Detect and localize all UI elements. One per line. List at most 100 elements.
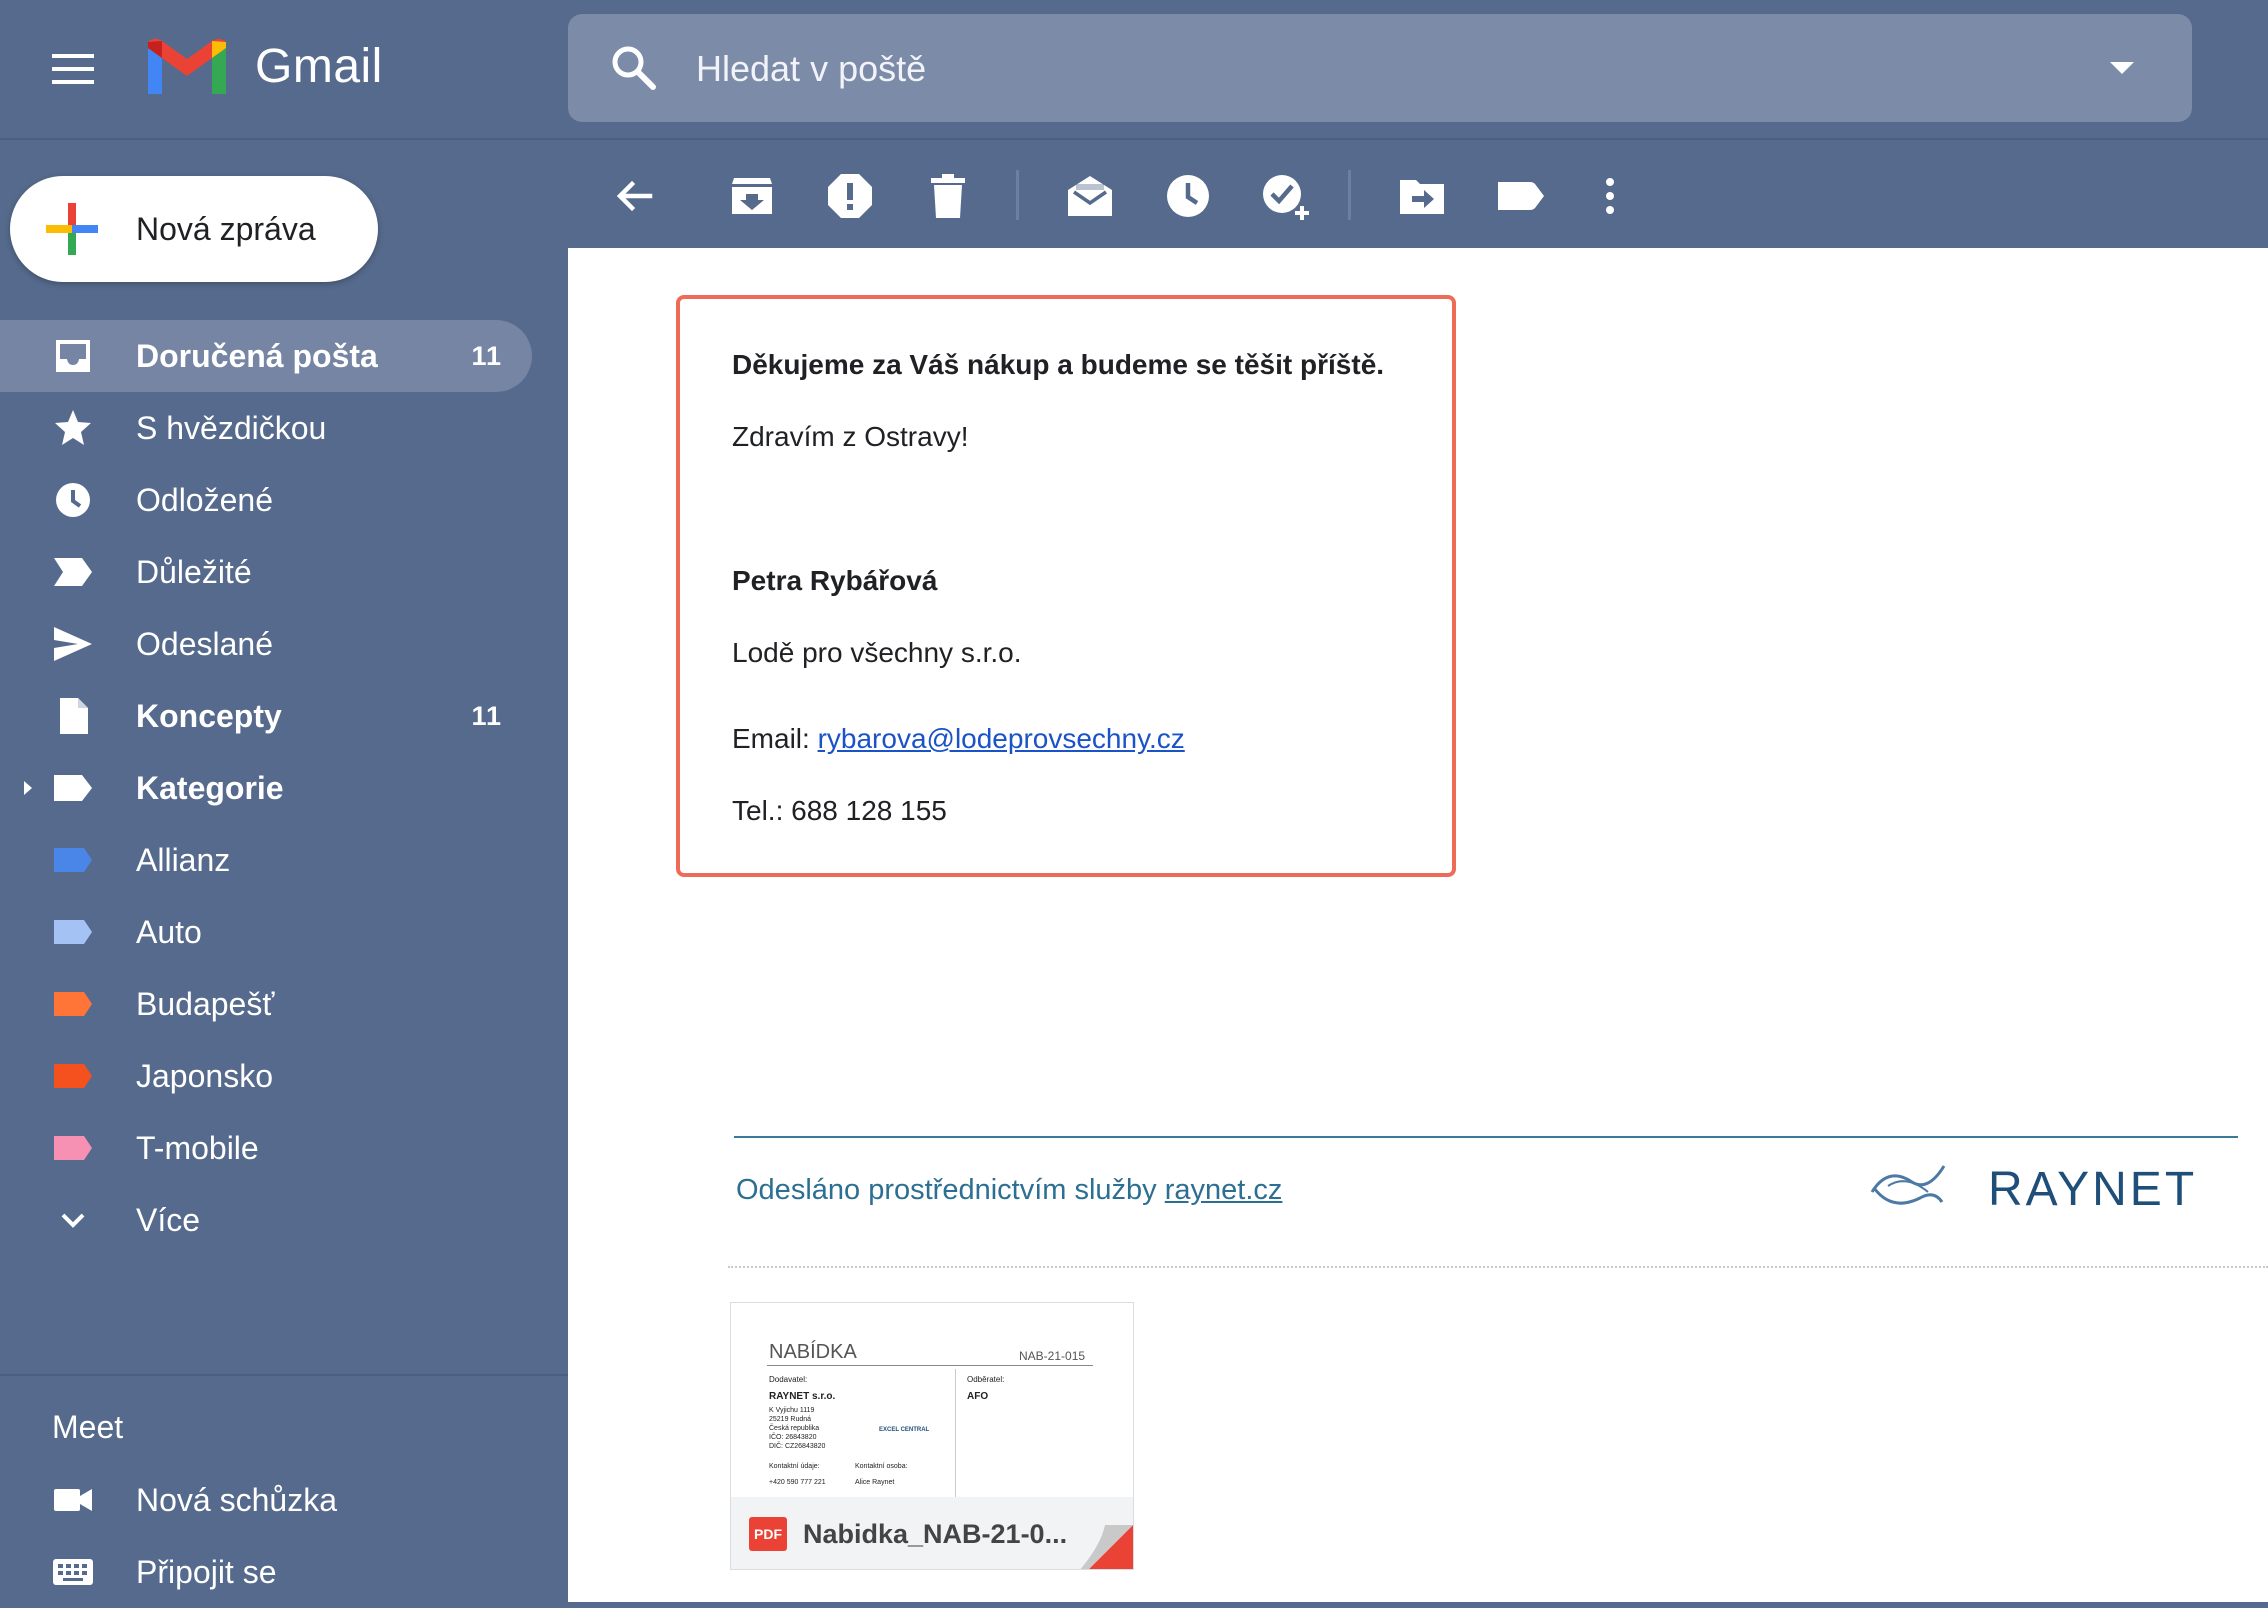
add-to-tasks-button[interactable] [1260, 170, 1312, 222]
doc-supplier-line: DIČ: CZ26843820 [769, 1443, 826, 1450]
email-line: Email: rybarova@lodeprovsechny.cz [732, 723, 1185, 755]
doc-supplier: RAYNET s.r.o. [769, 1391, 836, 1402]
archive-button[interactable] [726, 170, 778, 222]
sidebar-item-label: Allianz [136, 842, 231, 878]
footer-text: Odesláno prostřednictvím služby [736, 1174, 1165, 1206]
compose-label: Nová zpráva [136, 211, 316, 247]
doc-supplier-label: Dodavatel: [769, 1375, 808, 1384]
sidebar-item-more[interactable]: Více [0, 1184, 532, 1256]
move-to-button[interactable] [1396, 170, 1448, 222]
doc-number: NAB-21-015 [1019, 1349, 1086, 1363]
footer-sent-via: Odesláno prostřednictvím služby raynet.c… [736, 1174, 1282, 1207]
meet-item-label: Připojit se [136, 1554, 277, 1590]
thanks-text: Děkujeme za Váš nákup a budeme se těšit … [732, 349, 1385, 380]
doc-buyer: AFO [967, 1391, 989, 1402]
report-spam-icon [828, 174, 872, 218]
draft-count: 11 [471, 701, 502, 731]
sidebar-item-label: Koncepty [136, 698, 282, 734]
doc-person: Alice Raynet [855, 1479, 895, 1486]
email-label: Email: [732, 723, 818, 754]
phone-line: Tel.: 688 128 155 [732, 795, 947, 826]
sidebar-item-budapest[interactable]: Budapešť [0, 968, 532, 1040]
attachment-card[interactable]: NABÍDKA NAB-21-015 Dodavatel: RAYNET s.r… [730, 1302, 1134, 1570]
attachment-preview: NABÍDKA NAB-21-015 Dodavatel: RAYNET s.r… [731, 1303, 1133, 1497]
keyboard-icon [53, 1559, 93, 1585]
pdf-icon: PDF [749, 1517, 787, 1551]
doc-supplier-line: IČO: 26843820 [769, 1434, 817, 1441]
meet-join[interactable]: Připojit se [0, 1536, 532, 1608]
gmail-wordmark: Gmail [255, 40, 383, 93]
sidebar-item-starred[interactable]: S hvězdičkou [0, 392, 532, 464]
sidebar-item-label: Japonsko [136, 1058, 273, 1094]
sidebar-item-allianz[interactable]: Allianz [0, 824, 532, 896]
sidebar-item-important[interactable]: Důležité [0, 536, 532, 608]
label-icon [54, 992, 92, 1016]
snooze-button[interactable] [1162, 170, 1214, 222]
plus-icon [46, 203, 98, 255]
search-icon[interactable] [608, 42, 660, 94]
hamburger-icon [52, 54, 94, 84]
company-name: Lodě pro všechny s.r.o. [732, 637, 1022, 668]
report-spam-button[interactable] [824, 170, 876, 222]
folded-corner-icon [1080, 1525, 1133, 1569]
expand-arrow-icon[interactable] [20, 778, 36, 798]
sidebar-item-label: Doručená pošta [136, 338, 378, 374]
sidebar-item-label: Důležité [136, 554, 252, 590]
sidebar-item-label: Kategorie [136, 770, 284, 806]
sidebar-item-snoozed[interactable]: Odložené [0, 464, 532, 536]
sidebar-item-inbox[interactable]: Doručená pošta 11 [0, 320, 532, 392]
message-signature-box: Děkujeme za Váš nákup a budeme se těšit … [676, 295, 1456, 877]
email-link[interactable]: rybarova@lodeprovsechny.cz [818, 723, 1185, 754]
sidebar-item-categories[interactable]: Kategorie [0, 752, 532, 824]
chevron-down-icon [61, 1213, 85, 1228]
doc-column-rule [955, 1369, 956, 1497]
sidebar-item-label: T-mobile [136, 1130, 259, 1166]
label-icon [54, 848, 92, 872]
move-to-icon [1400, 180, 1444, 214]
sidebar-item-drafts[interactable]: Koncepty 11 [0, 680, 532, 752]
more-options-button[interactable] [1584, 170, 1636, 222]
doc-rule [767, 1365, 1093, 1366]
sidebar-item-sent[interactable]: Odeslané [0, 608, 532, 680]
search-input[interactable] [694, 36, 1998, 102]
sidebar-item-t-mobile[interactable]: T-mobile [0, 1112, 532, 1184]
main-menu-button[interactable] [40, 40, 110, 98]
delete-button[interactable] [922, 170, 974, 222]
doc-supplier-line: K Vyjichu 1119 [769, 1407, 815, 1414]
back-button[interactable] [608, 170, 660, 222]
gmail-m-icon [148, 38, 226, 94]
gmail-logo[interactable] [142, 34, 232, 100]
sidebar-item-label: Auto [136, 914, 202, 950]
doc-supplier-line: Česká republika [769, 1425, 820, 1432]
label-icon [54, 920, 92, 944]
mark-unread-button[interactable] [1064, 170, 1116, 222]
greeting-text: Zdravím z Ostravy! [732, 421, 969, 452]
doc-supplier-line: 25219 Rudná [769, 1416, 812, 1423]
attachments-divider [728, 1266, 2268, 1268]
attachment-info-bar: PDF Nabidka_NAB-21-0... [731, 1497, 1133, 1569]
sidebar-item-japonsko[interactable]: Japonsko [0, 1040, 532, 1112]
label-icon [54, 1064, 92, 1088]
doc-contact-label: Kontaktní údaje: [769, 1463, 820, 1470]
label-as-button[interactable] [1494, 170, 1546, 222]
top-header: Gmail [0, 0, 2268, 138]
search-options-button[interactable] [2102, 48, 2142, 88]
star-icon [55, 410, 91, 445]
mark-unread-icon [1068, 176, 1112, 216]
message-toolbar [568, 140, 2268, 248]
sidebar-item-label: S hvězdičkou [136, 410, 327, 446]
label-icon [54, 1136, 92, 1160]
video-icon [54, 1489, 92, 1511]
meet-new-meeting[interactable]: Nová schůzka [0, 1464, 532, 1536]
attachment-filename: Nabidka_NAB-21-0... [803, 1519, 1068, 1549]
sidebar-item-label: Budapešť [136, 986, 275, 1022]
raynet-link[interactable]: raynet.cz [1165, 1174, 1283, 1206]
back-icon [616, 180, 653, 212]
snooze-icon [1167, 175, 1209, 217]
signature-name: Petra Rybářová [732, 565, 938, 596]
sidebar-item-auto[interactable]: Auto [0, 896, 532, 968]
compose-button[interactable]: Nová zpráva [10, 176, 378, 282]
doc-contact-person-label: Kontaktní osoba: [855, 1463, 908, 1470]
caret-down-icon [2110, 62, 2134, 74]
toolbar-separator [1016, 170, 1019, 220]
